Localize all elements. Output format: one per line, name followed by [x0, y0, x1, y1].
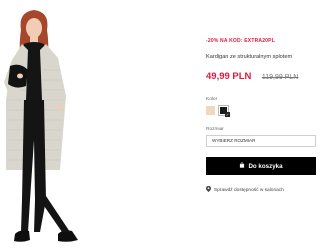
promo-code-label: -20% NA KOD: EXTRA20PL: [206, 38, 275, 44]
model-wearing-cardigan-image: [0, 0, 192, 250]
add-to-cart-label: Do koszyka: [248, 162, 283, 170]
color-swatches: ✓: [206, 105, 300, 117]
store-availability-label: Sprawdź dostępność w salonach: [214, 187, 284, 193]
product-details: -20% NA KOD: EXTRA20PL Kardigan ze struk…: [206, 38, 316, 194]
product-title: Kardigan ze strukturalnym splotem: [206, 54, 293, 60]
size-label: Rozmiar: [206, 127, 224, 132]
add-to-cart-button[interactable]: Do koszyka: [206, 157, 316, 175]
color-swatch-black[interactable]: ✓: [218, 105, 230, 117]
price-row: 49,99 PLN 119,99 PLN: [206, 66, 300, 84]
shopping-bag-icon: [239, 162, 245, 170]
product-photo[interactable]: [0, 0, 192, 250]
location-pin-icon: [206, 186, 211, 194]
store-availability-link[interactable]: Sprawdź dostępność w salonach: [206, 186, 300, 194]
color-label: Kolor: [206, 97, 218, 102]
original-price: 119,99 PLN: [261, 74, 299, 81]
check-icon: ✓: [225, 112, 230, 117]
size-select[interactable]: WYBIERZ ROZMIAR: [206, 135, 316, 147]
color-swatch-beige[interactable]: [206, 106, 215, 115]
sale-price: 49,99 PLN: [206, 71, 252, 82]
